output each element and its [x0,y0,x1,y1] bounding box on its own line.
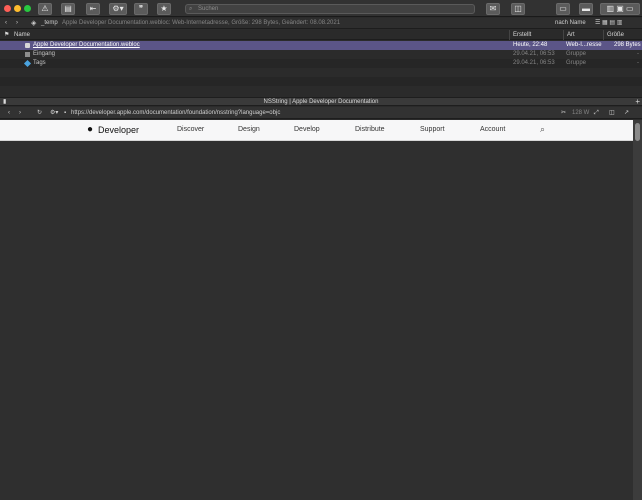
word-count: 128 W [572,110,590,116]
add-tab-icon[interactable]: + [635,98,640,106]
url-field[interactable]: https://developer.apple.com/documentatio… [71,107,280,119]
apple-logo-icon[interactable]: ● [87,124,93,135]
nav-design[interactable]: Design [238,126,260,133]
star-icon[interactable]: ★ [157,3,171,15]
list-item[interactable]: Eingang 29.04.21, 06:53 Gruppe - [0,50,642,59]
lock-icon: ▪ [64,110,67,116]
forward-arrow-icon[interactable]: › [16,18,18,29]
inbox-icon [25,52,30,57]
panel-left-icon[interactable]: ▭ [556,3,570,15]
close-window-button[interactable] [4,5,11,12]
nav-develop[interactable]: Develop [294,126,320,133]
list-header: ⚑ Name Erstellt Art Größe [0,30,642,40]
layout-switcher[interactable]: ▥ ▣ ▭ [600,3,640,15]
back-arrow-icon[interactable]: ‹ [5,18,7,29]
vertical-scrollbar[interactable] [633,120,642,500]
nav-account[interactable]: Account [480,126,505,133]
back-tool-icon[interactable]: ⇤ [86,3,100,15]
empty-row [0,77,642,86]
sidebar-toggle-icon[interactable]: ▤ [61,3,75,15]
split-grip-icon[interactable]: ▮ [3,98,6,106]
empty-row [0,86,642,95]
browser-forward-icon[interactable]: › [19,107,21,119]
view-mode-icons[interactable]: ☰ ▦ ▤ ▥ [595,18,622,29]
browser-toolbar: ‹ › ↻ ⚙▾ ▪ https://developer.apple.com/d… [0,107,642,119]
column-name[interactable]: Name [14,30,30,40]
apple-developer-nav: ● Developer Discover Design Develop Dist… [0,120,633,141]
document-title-bar: ▮ NSString | Apple Developer Documentati… [0,97,642,106]
mail-icon[interactable]: ✉ [486,3,500,15]
quote-icon[interactable]: ❞ [134,3,148,15]
page-content-area [0,141,633,500]
reload-icon[interactable]: ↻ [37,107,42,119]
document-title: NSString | Apple Developer Documentation [263,99,379,105]
search-icon: ⌕ [189,6,193,12]
column-size[interactable]: Größe [603,30,624,40]
flag-icon[interactable]: ⚑ [4,30,9,40]
empty-row [0,68,642,77]
nav-support[interactable]: Support [420,126,445,133]
list-item[interactable]: Tags 29.04.21, 06:53 Gruppe - [0,59,642,68]
document-icon [25,43,30,48]
scrollbar-thumb[interactable] [635,123,640,141]
web-search-icon[interactable]: ⌕ [540,124,545,135]
selection-info: Apple Developer Documentation.webloc: We… [62,20,341,26]
panel-bottom-icon[interactable]: ▬ [579,3,593,15]
browser-back-icon[interactable]: ‹ [8,107,10,119]
nav-distribute[interactable]: Distribute [355,126,385,133]
search-input[interactable]: ⌕ Suchen [185,4,475,14]
browser-gear-icon[interactable]: ⚙▾ [50,107,58,119]
split-view-icon[interactable]: ◫ [511,3,525,15]
current-folder[interactable]: _temp [41,18,58,29]
developer-brand[interactable]: Developer [98,125,139,135]
window-toolbar: ⚠ ▤ ⇤ ⚙▾ ❞ ★ ⌕ Suchen ✉ ◫ ▭ ▬ ▥ ▣ ▭ [0,0,642,17]
open-external-icon[interactable]: ↗ [624,107,629,119]
folder-icon: ◈ [31,20,37,27]
tag-icon [23,59,32,68]
column-created[interactable]: Erstellt [509,30,531,40]
reader-icon[interactable]: ✂ [561,107,566,119]
sidebar-right-icon[interactable]: ◫ [609,107,615,119]
minimize-window-button[interactable] [14,5,21,12]
list-item[interactable]: Apple Developer Documentation.webloc Heu… [0,41,642,50]
zoom-window-button[interactable] [24,5,31,12]
warning-icon[interactable]: ⚠ [38,3,52,15]
expand-icon[interactable]: ⤢ [594,107,599,119]
action-menu-icon[interactable]: ⚙▾ [109,3,127,15]
nav-discover[interactable]: Discover [177,126,204,133]
path-bar: ‹ › ◈ _temp Apple Developer Documentatio… [0,18,642,29]
sort-selector[interactable]: nach Name [555,18,586,29]
column-kind[interactable]: Art [563,30,575,40]
